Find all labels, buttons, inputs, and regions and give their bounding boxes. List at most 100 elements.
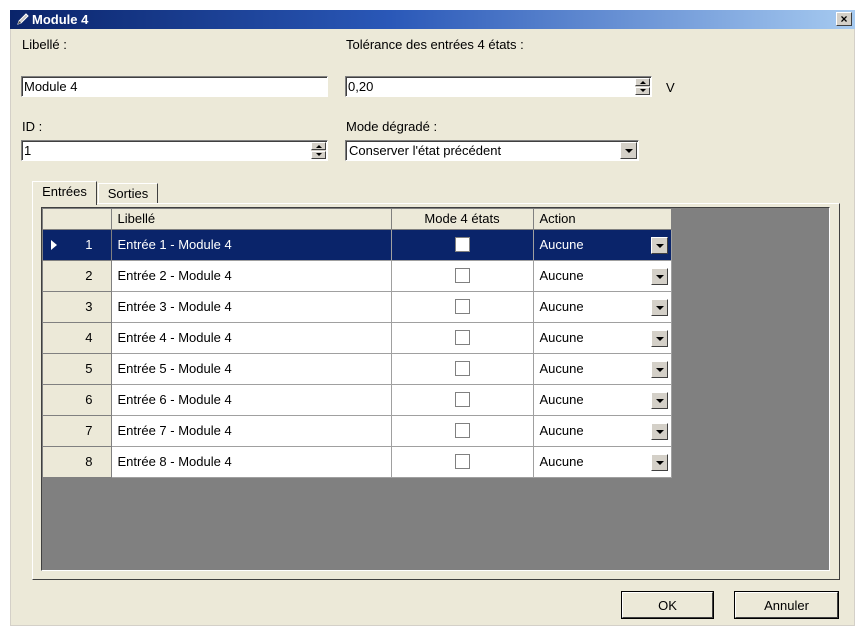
chevron-down-icon[interactable] — [650, 267, 668, 285]
id-input[interactable] — [24, 142, 304, 159]
table-row[interactable]: 7 Entrée 7 - Module 4 Aucune — [43, 415, 672, 447]
cell-libelle[interactable]: Entrée 3 - Module 4 — [111, 291, 392, 323]
mode-select-value: Conserver l'état précédent — [349, 143, 502, 158]
table-row[interactable]: 6 Entrée 6 - Module 4 Aucune — [43, 384, 672, 416]
cell-action[interactable]: Aucune — [533, 384, 672, 416]
spin-up-icon[interactable] — [635, 78, 650, 86]
triangle-right-icon — [51, 239, 57, 250]
row-header[interactable]: 1 — [43, 229, 112, 261]
column-header-libelle[interactable]: Libellé — [111, 209, 392, 230]
table-row[interactable]: 2 Entrée 2 - Module 4 Aucune — [43, 260, 672, 292]
column-header-mode4[interactable]: Mode 4 états — [391, 209, 534, 230]
table-body: 1 Entrée 1 - Module 4 Aucune 2 Entrée 2 - Mo… — [43, 229, 672, 478]
cell-action[interactable]: Aucune — [533, 353, 672, 385]
libelle-label: Libellé : — [22, 37, 67, 52]
id-field[interactable] — [21, 140, 328, 161]
cell-mode4 — [391, 322, 534, 354]
action-value: Aucune — [539, 299, 584, 314]
mode4-checkbox[interactable] — [454, 268, 470, 283]
mode4-checkbox[interactable] — [454, 330, 470, 345]
row-number: 3 — [85, 299, 93, 314]
tolerance-label: Tolérance des entrées 4 états : — [346, 37, 524, 52]
tab-entrees[interactable]: Entrées — [32, 181, 97, 205]
row-header[interactable]: 2 — [43, 260, 112, 292]
cell-mode4 — [391, 446, 534, 478]
mode4-checkbox[interactable] — [454, 392, 470, 407]
action-value: Aucune — [539, 454, 584, 469]
cell-libelle[interactable]: Entrée 4 - Module 4 — [111, 322, 392, 354]
cell-libelle[interactable]: Entrée 8 - Module 4 — [111, 446, 392, 478]
chevron-down-icon[interactable] — [650, 360, 668, 378]
table-row[interactable]: 8 Entrée 8 - Module 4 Aucune — [43, 446, 672, 478]
cell-action[interactable]: Aucune — [533, 229, 672, 261]
spin-down-icon[interactable] — [311, 151, 326, 159]
action-value: Aucune — [539, 361, 584, 376]
table-row[interactable]: 5 Entrée 5 - Module 4 Aucune — [43, 353, 672, 385]
cell-action[interactable]: Aucune — [533, 446, 672, 478]
row-header[interactable]: 6 — [43, 384, 112, 416]
row-header[interactable]: 4 — [43, 322, 112, 354]
action-value: Aucune — [539, 423, 584, 438]
row-number: 5 — [85, 361, 93, 376]
cancel-button[interactable]: Annuler — [735, 592, 838, 618]
tolerance-field[interactable] — [345, 76, 652, 97]
row-header[interactable]: 8 — [43, 446, 112, 478]
mode-select[interactable]: Conserver l'état précédent — [345, 140, 639, 161]
table-row[interactable]: 3 Entrée 3 - Module 4 Aucune — [43, 291, 672, 323]
cell-mode4 — [391, 415, 534, 447]
mode4-checkbox[interactable] — [454, 361, 470, 376]
close-icon: × — [840, 12, 848, 26]
row-number: 4 — [85, 330, 93, 345]
chevron-down-icon[interactable] — [620, 142, 637, 159]
inputs-grid[interactable]: Libellé Mode 4 états Action 1 Entrée 1 - … — [41, 207, 830, 571]
table-row[interactable]: 1 Entrée 1 - Module 4 Aucune — [43, 229, 672, 261]
mode4-checkbox[interactable] — [454, 237, 470, 252]
chevron-down-icon[interactable] — [650, 391, 668, 409]
libelle-input[interactable] — [24, 78, 324, 95]
chevron-down-icon[interactable] — [650, 329, 668, 347]
tolerance-unit: V — [666, 80, 675, 95]
chevron-down-icon[interactable] — [650, 236, 668, 254]
title-bar[interactable]: Module 4 × — [10, 10, 855, 29]
cell-action[interactable]: Aucune — [533, 291, 672, 323]
cell-mode4 — [391, 384, 534, 416]
spin-up-icon[interactable] — [311, 142, 326, 150]
cell-action[interactable]: Aucune — [533, 415, 672, 447]
mode4-checkbox[interactable] — [454, 299, 470, 314]
row-header[interactable]: 3 — [43, 291, 112, 323]
module-dialog: Module 4 × Libellé : Tolérance des entré… — [10, 10, 855, 626]
tab-sorties[interactable]: Sorties — [98, 183, 158, 205]
tolerance-spinner[interactable] — [635, 78, 650, 95]
pen-icon — [17, 13, 29, 25]
row-header[interactable]: 7 — [43, 415, 112, 447]
window-title: Module 4 — [32, 12, 89, 27]
spin-down-icon[interactable] — [635, 87, 650, 95]
table-row[interactable]: 4 Entrée 4 - Module 4 Aucune — [43, 322, 672, 354]
mode-label: Mode dégradé : — [346, 119, 438, 134]
mode4-checkbox[interactable] — [454, 454, 470, 469]
cell-mode4 — [391, 260, 534, 292]
action-value: Aucune — [539, 330, 584, 345]
cell-mode4 — [391, 353, 534, 385]
table-header: Libellé Mode 4 états Action — [43, 209, 672, 230]
cell-libelle[interactable]: Entrée 2 - Module 4 — [111, 260, 392, 292]
chevron-down-icon[interactable] — [650, 453, 668, 471]
column-header-action[interactable]: Action — [533, 209, 672, 230]
close-button[interactable]: × — [836, 12, 852, 26]
cell-libelle[interactable]: Entrée 7 - Module 4 — [111, 415, 392, 447]
id-spinner[interactable] — [311, 142, 326, 159]
cell-libelle[interactable]: Entrée 5 - Module 4 — [111, 353, 392, 385]
row-number: 8 — [85, 454, 93, 469]
row-header[interactable]: 5 — [43, 353, 112, 385]
tolerance-input[interactable] — [348, 78, 628, 95]
cell-libelle[interactable]: Entrée 1 - Module 4 — [111, 229, 392, 261]
chevron-down-icon[interactable] — [650, 422, 668, 440]
ok-button[interactable]: OK — [622, 592, 713, 618]
cell-libelle[interactable]: Entrée 6 - Module 4 — [111, 384, 392, 416]
chevron-down-icon[interactable] — [650, 298, 668, 316]
cell-action[interactable]: Aucune — [533, 260, 672, 292]
libelle-field[interactable] — [21, 76, 328, 97]
column-header-num[interactable] — [43, 209, 112, 230]
cell-action[interactable]: Aucune — [533, 322, 672, 354]
mode4-checkbox[interactable] — [454, 423, 470, 438]
